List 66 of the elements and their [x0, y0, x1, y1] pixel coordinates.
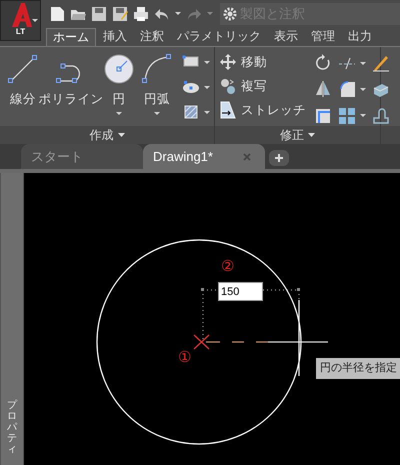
- properties-palette[interactable]: プロパティ: [0, 173, 24, 465]
- stretch-icon[interactable]: [219, 101, 237, 119]
- move-icon[interactable]: [219, 53, 237, 71]
- ellipse-icon[interactable]: [182, 78, 200, 96]
- tool-button[interactable]: 円弧: [138, 51, 176, 126]
- caret-icon[interactable]: [118, 133, 124, 137]
- palette-label: プロパティ: [7, 400, 17, 455]
- tooltip: 円の半径を指定: [316, 358, 400, 378]
- caret-icon[interactable]: [32, 19, 38, 22]
- callout-number: ①: [178, 350, 191, 365]
- document-tab[interactable]: Drawing1*: [143, 144, 265, 169]
- mirror-icon[interactable]: [314, 80, 332, 98]
- center-marker: [193, 334, 210, 350]
- save-as-icon[interactable]: [112, 6, 128, 22]
- gear-icon[interactable]: [223, 6, 237, 20]
- app-menu-button[interactable]: LT: [0, 0, 41, 41]
- explode-icon[interactable]: [372, 106, 390, 125]
- ribbon-tab[interactable]: パラメトリック: [171, 28, 267, 46]
- callout-number: ②: [221, 259, 234, 274]
- tool-button[interactable]: ストレッチ: [219, 100, 308, 120]
- ribbon-tab[interactable]: 注釈: [134, 28, 170, 46]
- panel-title-bar[interactable]: 作成: [0, 126, 214, 144]
- caret-icon[interactable]: [360, 62, 366, 65]
- new-tab-button[interactable]: [269, 150, 289, 166]
- rotate-icon[interactable]: [314, 54, 332, 72]
- tool-label: 線分: [10, 91, 36, 108]
- caret-icon[interactable]: [154, 112, 160, 115]
- ribbon-tab[interactable]: 挿入: [97, 28, 133, 46]
- caret-icon[interactable]: [204, 60, 210, 64]
- caret-icon[interactable]: [175, 12, 181, 15]
- fillet-icon[interactable]: [338, 80, 356, 98]
- circle-icon[interactable]: [103, 53, 135, 85]
- brush-icon[interactable]: [372, 54, 390, 72]
- save-icon[interactable]: [91, 6, 107, 22]
- caret-icon[interactable]: [116, 112, 122, 115]
- arc-icon[interactable]: [141, 53, 173, 85]
- hatch-icon[interactable]: [182, 103, 200, 121]
- plus-icon[interactable]: [275, 154, 283, 162]
- print-icon[interactable]: [133, 6, 149, 22]
- ribbon-tab[interactable]: 出力: [342, 28, 378, 46]
- panel-title-bar[interactable]: 修正: [215, 126, 380, 144]
- copy-icon[interactable]: [219, 77, 237, 95]
- ribbon-tab[interactable]: ホーム: [46, 28, 96, 46]
- caret-icon[interactable]: [204, 110, 210, 114]
- ribbon-tab[interactable]: 管理: [305, 28, 341, 46]
- line-icon[interactable]: [7, 53, 39, 85]
- tool-label: 複写: [241, 78, 267, 95]
- tool-label: 円: [112, 91, 126, 108]
- caret-icon[interactable]: [308, 133, 315, 137]
- tool-button[interactable]: 複写: [219, 76, 308, 96]
- offset-icon[interactable]: [314, 106, 332, 125]
- caret-icon[interactable]: [204, 86, 210, 88]
- caret-icon[interactable]: [360, 88, 366, 91]
- caret-icon[interactable]: [360, 114, 366, 118]
- logo-text: LT: [16, 28, 26, 36]
- tool-label: 移動: [241, 54, 267, 71]
- panel-title: 作成: [90, 127, 114, 144]
- array-icon[interactable]: [338, 106, 356, 125]
- tool-label: 円弧: [144, 91, 170, 108]
- tool-button[interactable]: 移動: [219, 52, 308, 72]
- ribbon-tab[interactable]: 表示: [268, 28, 304, 46]
- tool-label: ストレッチ: [241, 102, 306, 119]
- panel-title: 修正: [280, 127, 304, 144]
- new-file-icon[interactable]: [49, 6, 65, 22]
- drawing-canvas[interactable]: 150 ② ① 円の半径を指定: [24, 173, 400, 465]
- dynamic-input-field[interactable]: 150: [218, 282, 263, 301]
